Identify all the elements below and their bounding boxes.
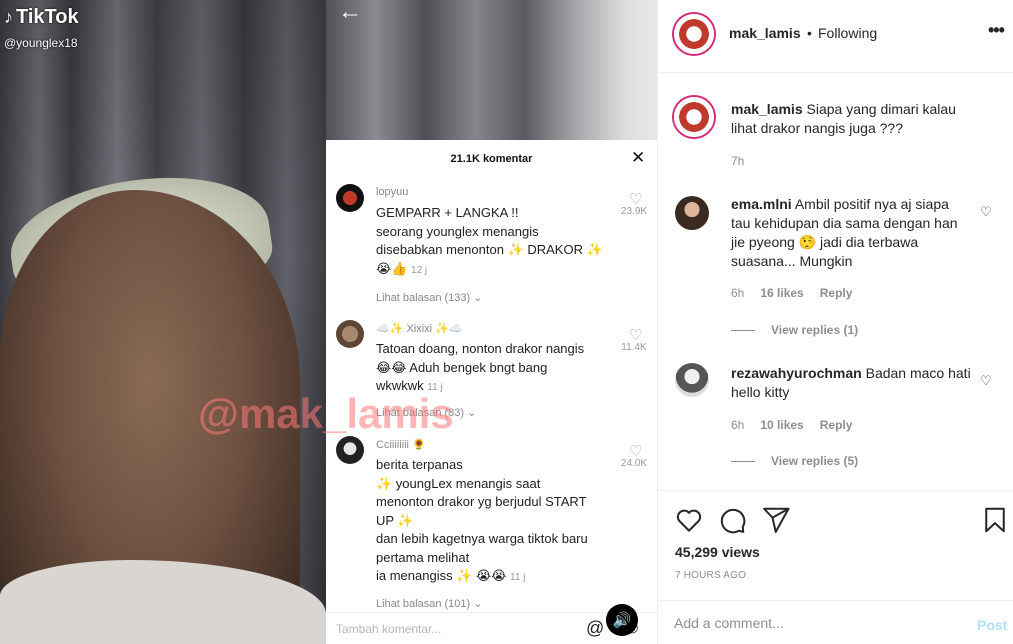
- heart-icon[interactable]: ♡: [980, 204, 992, 220]
- post-actions: 45,299 views 7 HOURS AGO: [658, 490, 1013, 598]
- reply-button[interactable]: Reply: [820, 286, 853, 300]
- comment-time: 6h: [731, 286, 745, 300]
- avatar: [336, 436, 364, 464]
- view-replies-button[interactable]: View replies (5): [731, 454, 858, 468]
- tiktok-logo: ♪ TikTok: [4, 6, 79, 29]
- comment-likes[interactable]: 10 likes: [760, 418, 803, 432]
- view-count[interactable]: 45,299 views: [675, 544, 760, 560]
- tiktok-comment-line: Tatoan doang, nonton drakor nangis: [376, 341, 585, 356]
- tiktok-comments-title: 21.1K komentar: [450, 153, 533, 165]
- comment-likes[interactable]: 16 likes: [760, 286, 803, 300]
- tiktok-comment-user: Cciiiiiiii 🌻: [376, 439, 426, 451]
- tiktok-comment-user: ☁️✨ Xixixi ✨☁️: [376, 323, 463, 335]
- post-age: 7 HOURS AGO: [675, 570, 747, 581]
- tiktok-comment-placeholder: Tambah komentar...: [336, 622, 442, 636]
- tiktok-comment-line: ia menangiss ✨ 😭😭 11 j: [376, 568, 526, 583]
- comment-username[interactable]: ema.mlni: [731, 196, 792, 212]
- tiktok-comment-line: berita terpanas: [376, 457, 463, 472]
- post-media[interactable]: ♪ TikTok @younglex18 ← 21.1K komentar ✕ …: [0, 0, 657, 644]
- watermark: @mak_lamis: [198, 390, 454, 437]
- comment-meta: 6h 10 likes Reply: [731, 418, 852, 432]
- author-username[interactable]: mak_lamis: [729, 25, 801, 41]
- avatar[interactable]: [674, 97, 714, 137]
- avatar[interactable]: [674, 14, 714, 54]
- comment: rezawahyurochman Badan maco hati hello k…: [731, 364, 971, 402]
- tiktok-comment-line: GEMPARR + LANGKA !!: [376, 205, 519, 220]
- caption-time: 7h: [731, 154, 745, 168]
- comment-time: 6h: [731, 418, 745, 432]
- tiktok-comment-body: Tatoan doang, nonton drakor nangis 😂😂 Ad…: [376, 340, 616, 398]
- replies-divider: [731, 460, 755, 462]
- tiktok-note-icon: ♪: [4, 7, 13, 27]
- avatar: [336, 184, 364, 212]
- comment: ema.mlni Ambil positif nya aj siapa tau …: [731, 195, 971, 271]
- caption-username[interactable]: mak_lamis: [731, 101, 803, 117]
- avatar: [336, 320, 364, 348]
- heart-icon[interactable]: ♡: [980, 373, 992, 389]
- tiktok-view-replies: Lihat balasan (133) ⌄: [376, 292, 483, 304]
- tiktok-comment-likes: 11.4K: [621, 342, 647, 353]
- video-background: [326, 0, 657, 140]
- video-frame-left: ♪ TikTok @younglex18: [0, 0, 326, 644]
- tiktok-comment-line: 😭👍 12 j: [376, 260, 616, 281]
- tiktok-comment-user: lopyuu: [376, 186, 409, 198]
- post-button[interactable]: Post: [977, 617, 1007, 633]
- tiktok-comment-line: seorang younglex menangis: [376, 223, 539, 239]
- replies-divider: [731, 329, 755, 331]
- tiktok-logo-text: TikTok: [16, 6, 79, 28]
- comment-username[interactable]: rezawahyurochman: [731, 365, 862, 381]
- reply-button[interactable]: Reply: [820, 418, 853, 432]
- share-icon[interactable]: [761, 505, 791, 535]
- caption: mak_lamis Siapa yang dimari kalau lihat …: [731, 100, 981, 138]
- add-comment-input[interactable]: [674, 615, 954, 631]
- tiktok-comment-line: UP ✨: [376, 512, 414, 528]
- add-comment-bar: Post: [658, 600, 1013, 644]
- heart-icon[interactable]: [674, 505, 704, 535]
- comments-list[interactable]: mak_lamis Siapa yang dimari kalau lihat …: [658, 74, 1013, 490]
- tiktok-comment-line: dan lebih kagetnya warga tiktok baru: [376, 531, 588, 546]
- separator-dot: •: [807, 25, 812, 41]
- tiktok-comment-body: GEMPARR + LANGKA !! seorang younglex men…: [376, 204, 616, 280]
- more-icon[interactable]: •••: [988, 20, 1005, 41]
- comment-icon[interactable]: [717, 505, 747, 535]
- tiktok-comment-time: 12 j: [411, 264, 428, 276]
- tiktok-comment-line: ✨ youngLex menangis saat: [376, 475, 541, 491]
- tiktok-comment-line: disebabkan menonton ✨ DRAKOR ✨: [376, 242, 603, 257]
- post-header: mak_lamis • Following •••: [658, 0, 1013, 73]
- bookmark-icon[interactable]: [980, 505, 1010, 535]
- avatar[interactable]: [675, 363, 709, 397]
- post-side-panel: mak_lamis • Following ••• mak_lamis Siap…: [657, 0, 1013, 644]
- view-replies-button[interactable]: View replies (1): [731, 323, 858, 337]
- speaker-icon[interactable]: 🔊: [606, 604, 638, 636]
- tiktok-comment-line: menonton drakor yg berjudul START: [376, 494, 587, 509]
- tiktok-comment-likes: 23.9K: [620, 206, 648, 217]
- back-arrow-icon: ←: [338, 0, 362, 25]
- close-icon: ✕: [631, 148, 646, 167]
- tiktok-comment-line: 😂😂 Aduh bengek bngt bang: [376, 359, 548, 375]
- tiktok-comment-body: berita terpanas ✨ youngLex menangis saat…: [376, 456, 616, 588]
- avatar[interactable]: [675, 196, 709, 230]
- caption-meta: 7h: [731, 154, 744, 168]
- tiktok-comment-time: 11 j: [510, 572, 526, 583]
- tiktok-comment-emoji: 😭👍: [376, 260, 408, 276]
- tiktok-comment-line: pertama melihat: [376, 549, 470, 565]
- tiktok-comment-likes: 24.0K: [620, 458, 648, 469]
- comment-meta: 6h 16 likes Reply: [731, 286, 852, 300]
- video-frame-right: ← 21.1K komentar ✕ lopyuu GEMPARR + LANG…: [326, 0, 657, 644]
- at-icon: @: [586, 618, 605, 638]
- tiktok-view-replies: Lihat balasan (101) ⌄: [376, 598, 483, 610]
- tiktok-handle: @younglex18: [4, 36, 78, 50]
- follow-status-button[interactable]: Following: [818, 25, 877, 41]
